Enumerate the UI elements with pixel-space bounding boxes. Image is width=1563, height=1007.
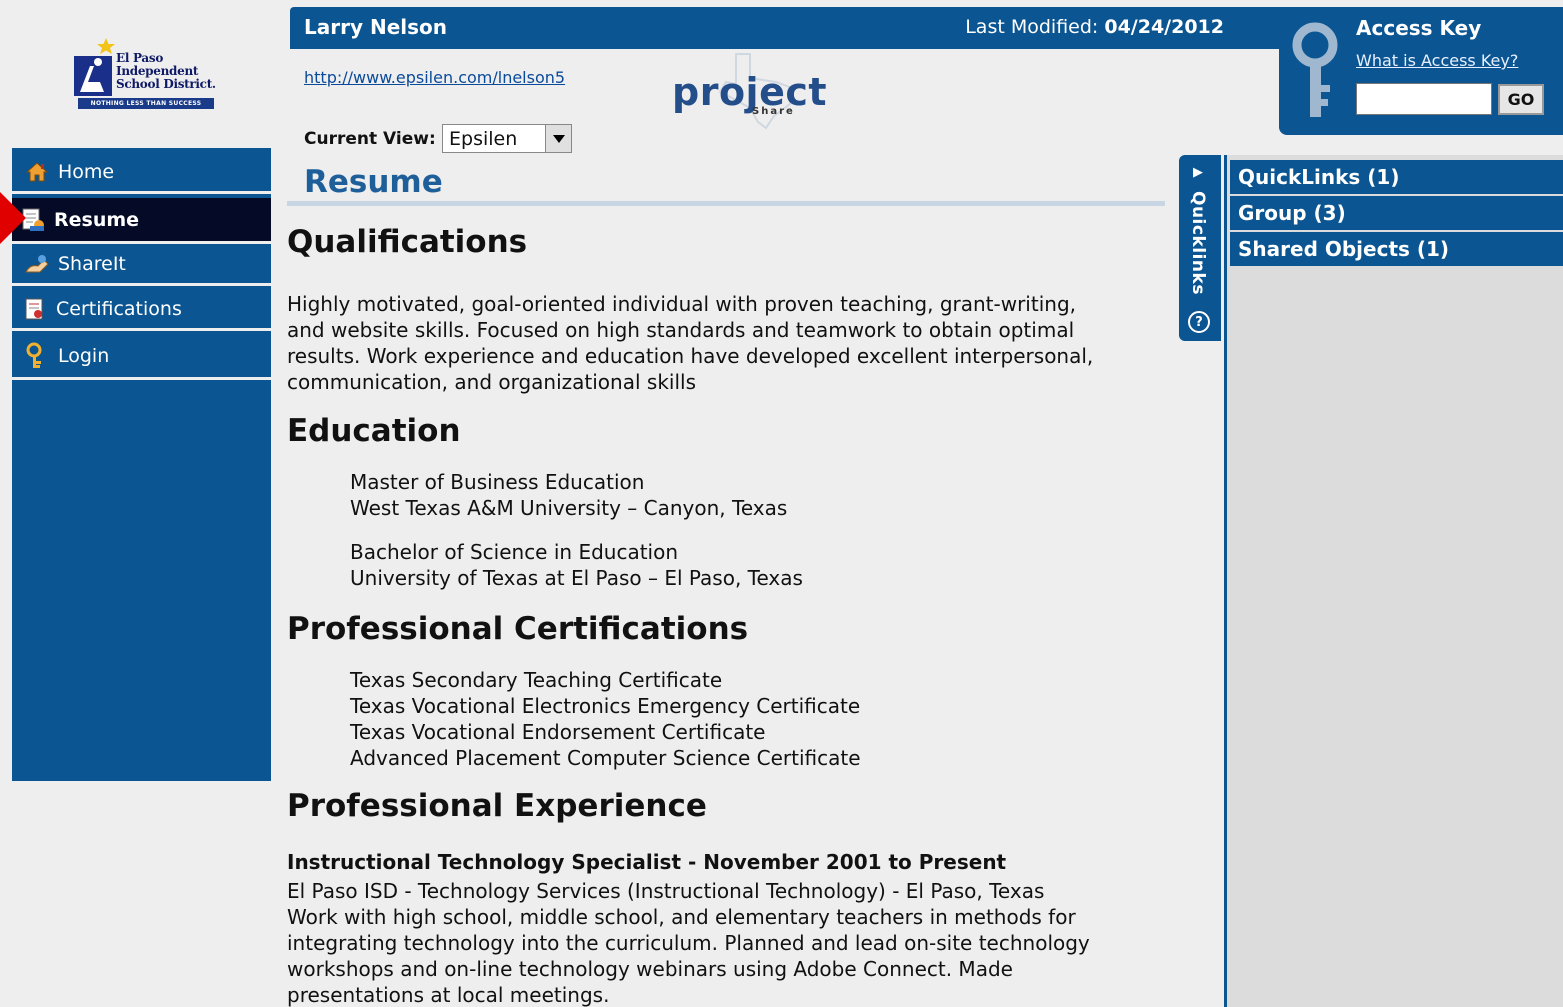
education-heading: Education [287, 413, 461, 449]
quicklinks-panel-item[interactable]: QuickLinks (1) [1230, 160, 1563, 194]
text-line: results. Work experience and education h… [287, 344, 1094, 368]
access-key-panel: Access Key What is Access Key? GO [1279, 7, 1563, 135]
list-item: Texas Vocational Endorsement Certificate [350, 720, 766, 744]
text-line: integrating technology into the curricul… [287, 931, 1090, 955]
education-entry: Master of Business Education West Texas … [350, 469, 787, 521]
sidebar-item-label: Login [58, 344, 110, 367]
sidebar-item-label: Home [58, 160, 115, 183]
profile-url-link[interactable]: http://www.epsilen.com/lnelson5 [304, 68, 565, 87]
sidebar-item-resume[interactable]: Resume [12, 198, 271, 244]
chevron-down-icon[interactable] [545, 125, 571, 152]
sidebar-item-home[interactable]: Home [12, 152, 271, 194]
district-name: El Paso Independent School District. [116, 52, 216, 91]
expand-arrow-icon[interactable]: ▶ [1193, 165, 1203, 180]
right-panel: QuickLinks (1) Group (3) Shared Objects … [1224, 155, 1563, 1007]
certifications-heading: Professional Certifications [287, 611, 749, 647]
title-divider [287, 201, 1165, 206]
access-key-icon [1292, 22, 1338, 117]
text-line: Highly motivated, goal-oriented individu… [287, 292, 1076, 316]
shared-objects-panel-item[interactable]: Shared Objects (1) [1230, 232, 1563, 266]
current-view-value: Epsilen [449, 127, 518, 150]
current-view-label: Current View: [304, 129, 436, 149]
project-share-logo: project Share [668, 48, 828, 132]
education-school: West Texas A&M University – Canyon, Texa… [350, 496, 788, 520]
quicklinks-tab-label: Quicklinks [1188, 191, 1208, 295]
text-line: Work with high school, middle school, an… [287, 905, 1076, 929]
qualifications-heading: Qualifications [287, 224, 528, 260]
list-item: Texas Secondary Teaching Certificate [350, 668, 723, 692]
list-item: Texas Vocational Electronics Emergency C… [350, 694, 861, 718]
text-line: El Paso ISD - Technology Services (Instr… [287, 879, 1045, 903]
share-icon [24, 251, 50, 277]
education-degree: Master of Business Education [350, 470, 645, 494]
help-icon[interactable]: ? [1188, 311, 1210, 333]
qualifications-text: Highly motivated, goal-oriented individu… [287, 291, 1167, 395]
district-logo: El Paso Independent School District. NOT… [68, 36, 218, 116]
profile-name: Larry Nelson [304, 15, 448, 39]
education-school: University of Texas at El Paso – El Paso… [350, 566, 803, 590]
text-line: communication, and organizational skills [287, 370, 696, 394]
profile-header: Larry Nelson Last Modified: 04/24/2012 [290, 7, 1282, 49]
education-degree: Bachelor of Science in Education [350, 540, 679, 564]
list-item: Advanced Placement Computer Science Cert… [350, 746, 861, 770]
access-key-title: Access Key [1356, 16, 1482, 40]
group-panel-item[interactable]: Group (3) [1230, 196, 1563, 230]
last-modified: Last Modified: 04/24/2012 [965, 16, 1224, 38]
text-line: and website skills. Focused on high stan… [287, 318, 1075, 342]
district-logo-mark [74, 38, 115, 96]
sidebar-item-shareit[interactable]: ShareIt [12, 244, 271, 286]
text-line: workshops and on-line technology webinar… [287, 957, 1013, 981]
what-is-access-key-link[interactable]: What is Access Key? [1356, 51, 1518, 70]
text-line: presentations at local meetings. [287, 983, 610, 1007]
active-indicator-arrow-icon [0, 192, 26, 244]
experience-heading: Professional Experience [287, 788, 707, 824]
certifications-list: Texas Secondary Teaching Certificate Tex… [350, 667, 861, 771]
current-view-select[interactable]: Epsilen [442, 124, 572, 153]
district-tagline: NOTHING LESS THAN SUCCESS [78, 98, 214, 109]
project-share-text: project [672, 70, 828, 114]
project-share-subtext: Share [752, 106, 795, 117]
access-key-input[interactable] [1356, 83, 1492, 115]
quicklinks-tab[interactable]: ▶ Quicklinks ? [1179, 155, 1221, 341]
certificate-icon [22, 296, 48, 322]
sidebar-item-login[interactable]: Login [12, 334, 271, 380]
page-title: Resume [304, 164, 443, 200]
key-icon [24, 342, 50, 369]
last-modified-label: Last Modified: [965, 16, 1099, 38]
education-entry: Bachelor of Science in Education Univers… [350, 539, 803, 591]
go-button[interactable]: GO [1498, 84, 1544, 115]
experience-text: El Paso ISD - Technology Services (Instr… [287, 878, 1167, 1007]
last-modified-value: 04/24/2012 [1104, 16, 1224, 38]
sidebar-item-label: Resume [54, 208, 140, 231]
sidebar: Home Resume ShareIt Certifications Login [12, 148, 271, 781]
sidebar-item-label: Certifications [56, 297, 182, 320]
job-title: Instructional Technology Specialist - No… [287, 850, 1007, 874]
sidebar-item-label: ShareIt [58, 252, 126, 275]
district-name-line: School District. [116, 77, 216, 91]
sidebar-item-certifications[interactable]: Certifications [12, 289, 271, 331]
home-icon [24, 159, 50, 185]
